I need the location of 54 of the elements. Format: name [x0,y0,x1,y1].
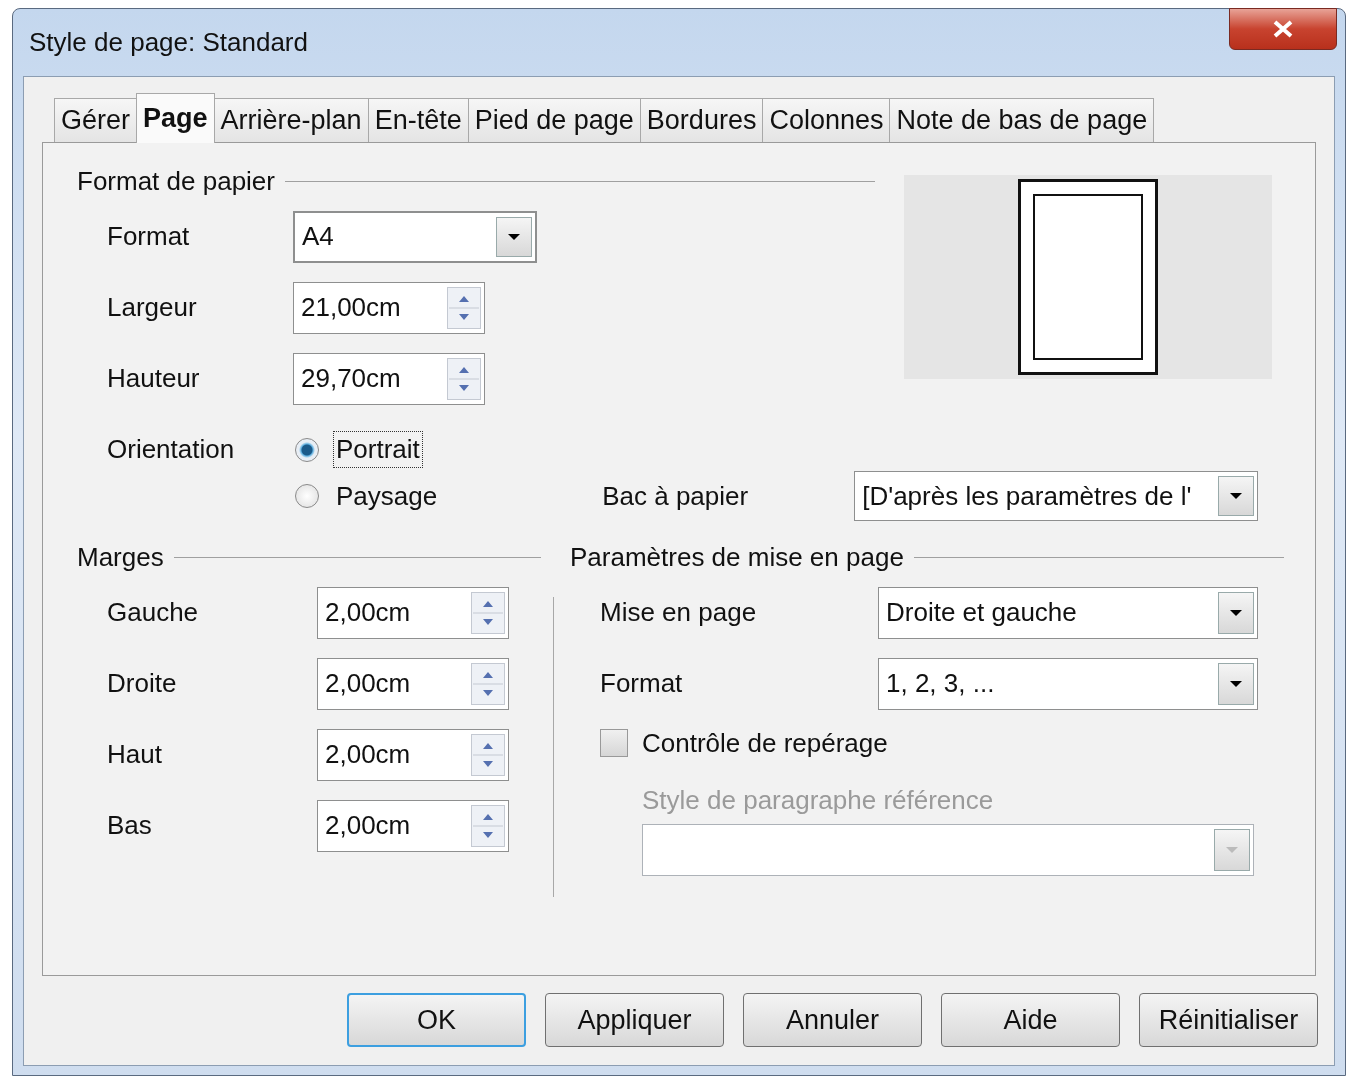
dropdown[interactable]: Droite et gauche [878,586,1258,639]
spin-field[interactable]: 2,00cm [317,586,509,639]
close-icon [1272,20,1294,38]
field-label: Bac à papier [602,480,750,512]
field-label: Format [599,668,684,699]
paper-tray-dropdown[interactable]: [D'après les paramètres de l' [854,471,1259,521]
radio-button[interactable] [295,437,319,462]
tab[interactable]: Page [136,93,215,143]
spin-arrows-icon [471,804,505,847]
field-label: Format [106,221,191,252]
close-button[interactable] [1229,8,1337,50]
section-heading: Format de papier [77,165,275,197]
dialog-button[interactable]: Aide [941,993,1120,1047]
dropdown[interactable]: 1, 2, 3, ... [878,657,1258,710]
checkbox-label[interactable]: Contrôle de repérage [642,727,888,759]
field-label: Mise en page [599,597,758,628]
section-heading: Marges [77,541,164,573]
field-label: Haut [106,739,163,770]
reference-style-dropdown[interactable] [642,824,1254,876]
tab[interactable]: Pied de page [467,98,641,142]
tab[interactable]: Bordures [639,98,764,142]
spin-arrows-icon [447,286,481,329]
field-label: Gauche [106,597,200,628]
spin-field[interactable]: 2,00cm [317,657,509,710]
spin-field[interactable]: 21,00cm [293,281,485,334]
spin-field[interactable]: 29,70cm [293,352,485,405]
field-label: Bas [106,810,153,841]
dialog-button[interactable]: OK [347,993,526,1047]
checkbox[interactable] [600,729,628,757]
format-dropdown[interactable]: A4 [293,210,537,263]
field-label: Orientation [106,434,236,465]
tab[interactable]: En-tête [367,98,469,142]
tab[interactable]: Gérer [54,98,138,142]
field-label: Largeur [106,292,198,323]
radio-label[interactable]: Paysage [333,477,441,515]
dialog-button[interactable]: Réinitialiser [1139,993,1318,1047]
spin-arrows-icon [471,662,505,705]
section-heading: Paramètres de mise en page [570,541,904,573]
tab[interactable]: Note de bas de page [889,98,1155,142]
dialog-button[interactable]: Appliquer [545,993,724,1047]
spin-field[interactable]: 2,00cm [317,799,509,852]
field-label: Hauteur [106,363,201,394]
tab[interactable]: Arrière-plan [213,98,369,142]
spin-arrows-icon [471,733,505,776]
spin-arrows-icon [471,591,505,634]
tab[interactable]: Colonnes [762,98,891,142]
window-title: Style de page: Standard [28,27,308,58]
radio-label[interactable]: Portrait [333,431,423,468]
spin-field[interactable]: 2,00cm [317,728,509,781]
field-label: Style de paragraphe référence [642,785,995,816]
field-label: Droite [106,668,178,699]
dialog-button[interactable]: Annuler [743,993,922,1047]
spin-arrows-icon [447,357,481,400]
radio-button[interactable] [295,484,319,508]
